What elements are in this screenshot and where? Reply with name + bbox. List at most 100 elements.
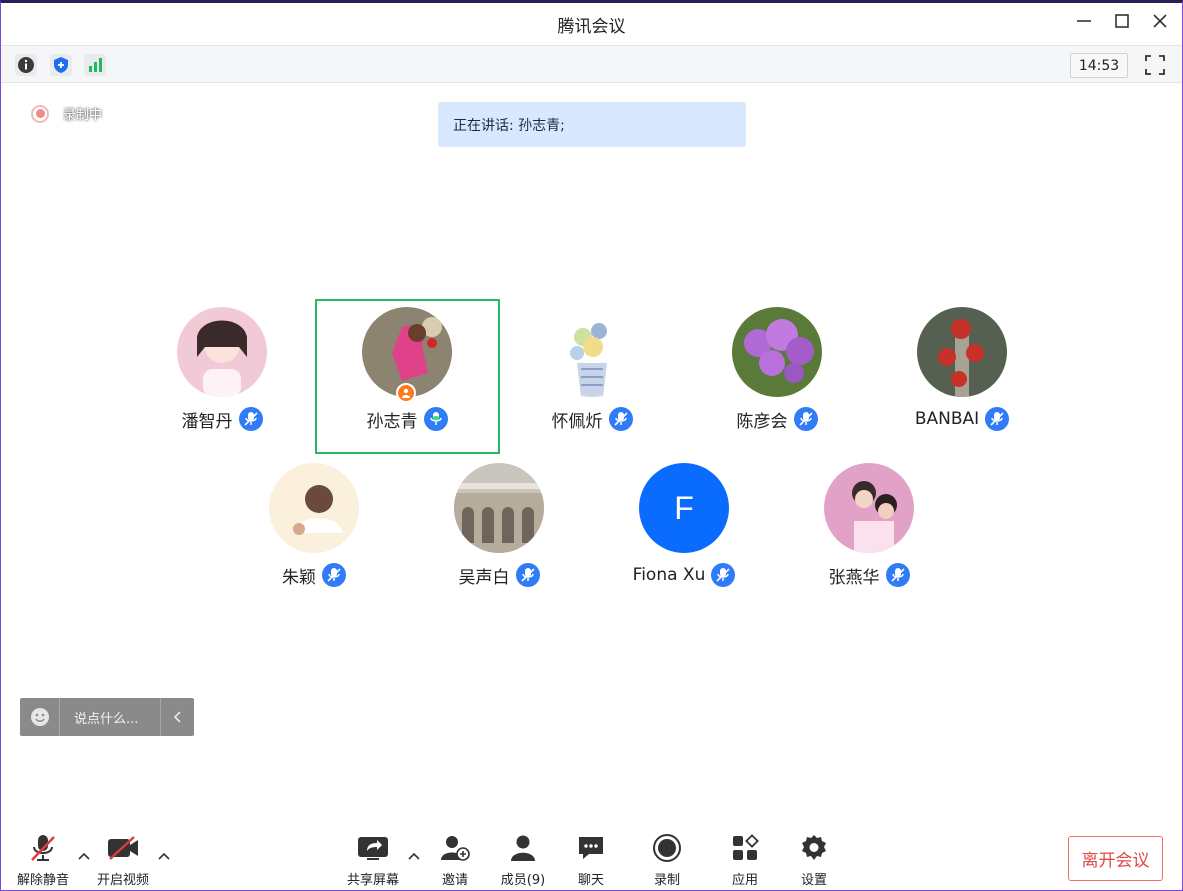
network-button[interactable] bbox=[84, 54, 106, 76]
participant-name: 陈彦会 bbox=[736, 411, 788, 432]
close-icon bbox=[1153, 14, 1167, 28]
chevron-up-icon bbox=[408, 852, 420, 860]
participant-tile[interactable]: BANBAI bbox=[872, 299, 1052, 449]
avatar bbox=[547, 307, 637, 397]
window-title: 腾讯会议 bbox=[557, 16, 626, 37]
bottom-control-bar: 解除静音 开启视频 共享屏幕 邀请 成员(9) 聊天 录制 应用 设置 离开会议 bbox=[1, 825, 1182, 891]
invite-label: 邀请 bbox=[441, 873, 468, 888]
emoji-button[interactable] bbox=[20, 698, 60, 736]
participant-tile[interactable]: F Fiona Xu bbox=[594, 455, 774, 605]
chevron-up-icon bbox=[158, 852, 170, 860]
participant-name: 怀佩炘 bbox=[551, 411, 603, 432]
apps-button[interactable]: 应用 bbox=[710, 833, 780, 888]
members-icon bbox=[506, 833, 540, 863]
mic-muted-icon[interactable] bbox=[322, 563, 346, 587]
host-icon bbox=[396, 383, 416, 403]
chat-input-box[interactable]: 说点什么... bbox=[20, 698, 194, 736]
avatar bbox=[269, 463, 359, 553]
maximize-button[interactable] bbox=[1110, 9, 1134, 33]
settings-button[interactable]: 设置 bbox=[779, 833, 849, 888]
avatar bbox=[454, 463, 544, 553]
recording-label: 录制中 bbox=[63, 108, 103, 123]
recording-dot-icon bbox=[31, 104, 49, 123]
avatar bbox=[917, 307, 1007, 397]
signal-icon bbox=[89, 58, 102, 72]
security-button[interactable] bbox=[50, 54, 72, 76]
unmute-label: 解除静音 bbox=[16, 873, 69, 888]
share-options-caret[interactable] bbox=[407, 849, 421, 863]
share-screen-button[interactable]: 共享屏幕 bbox=[338, 833, 408, 888]
members-label: 成员(9) bbox=[500, 873, 546, 888]
participant-tile[interactable]: 怀佩炘 bbox=[502, 299, 682, 449]
participant-name: 孙志青 bbox=[366, 411, 418, 432]
chevron-left-icon bbox=[173, 711, 181, 723]
participant-name: Fiona Xu bbox=[632, 565, 706, 585]
apps-icon bbox=[728, 833, 762, 863]
mic-muted-icon[interactable] bbox=[885, 563, 910, 587]
window-controls bbox=[1072, 9, 1172, 33]
settings-label: 设置 bbox=[800, 873, 827, 888]
record-icon bbox=[650, 833, 684, 863]
chat-placeholder[interactable]: 说点什么... bbox=[60, 708, 160, 727]
fullscreen-icon bbox=[1145, 55, 1165, 75]
mic-muted-icon[interactable] bbox=[515, 563, 540, 587]
maximize-icon bbox=[1115, 14, 1129, 28]
close-button[interactable] bbox=[1148, 9, 1172, 33]
unmute-button[interactable]: 解除静音 bbox=[8, 833, 78, 888]
chat-label: 聊天 bbox=[577, 873, 604, 888]
avatar-initial-letter: F bbox=[674, 489, 694, 526]
speaking-banner: 正在讲话: 孙志青; bbox=[438, 102, 746, 147]
participant-name: BANBAI bbox=[914, 409, 980, 429]
avatar bbox=[732, 307, 822, 397]
meeting-window: 腾讯会议 14:53 录制中 正在讲话: 孙志青; 潘智丹 孙志青 怀佩炘 陈彦… bbox=[0, 0, 1183, 891]
title-bar: 腾讯会议 bbox=[1, 3, 1182, 45]
fullscreen-button[interactable] bbox=[1144, 54, 1166, 76]
minimize-icon bbox=[1077, 20, 1091, 22]
participant-tile[interactable]: 吴声白 bbox=[409, 455, 589, 605]
participant-tile[interactable]: 张燕华 bbox=[779, 455, 959, 605]
participant-tile[interactable]: 陈彦会 bbox=[687, 299, 867, 449]
collapse-chat-button[interactable] bbox=[160, 698, 194, 736]
meeting-clock: 14:53 bbox=[1070, 53, 1128, 78]
add-user-icon bbox=[438, 833, 472, 863]
avatar-initial: F bbox=[639, 463, 729, 553]
record-button[interactable]: 录制 bbox=[632, 833, 702, 888]
mic-muted-icon[interactable] bbox=[238, 407, 263, 431]
video-off-icon bbox=[106, 833, 140, 863]
share-screen-label: 共享屏幕 bbox=[346, 873, 399, 888]
mic-muted-icon[interactable] bbox=[985, 407, 1010, 431]
mic-off-icon bbox=[26, 833, 60, 863]
chat-button[interactable]: 聊天 bbox=[556, 833, 626, 888]
participant-tile[interactable]: 潘智丹 bbox=[132, 299, 312, 449]
participant-name: 朱颖 bbox=[282, 567, 316, 588]
chat-bubble-icon bbox=[574, 833, 608, 863]
participant-name: 潘智丹 bbox=[181, 411, 233, 432]
start-video-button[interactable]: 开启视频 bbox=[88, 833, 158, 888]
share-screen-icon bbox=[356, 833, 390, 863]
avatar bbox=[177, 307, 267, 397]
gear-icon bbox=[797, 833, 831, 863]
mic-muted-icon[interactable] bbox=[711, 563, 736, 587]
leave-meeting-button[interactable]: 离开会议 bbox=[1068, 836, 1163, 881]
emoji-icon bbox=[30, 708, 49, 726]
video-options-caret[interactable] bbox=[157, 849, 171, 863]
participant-name: 张燕华 bbox=[828, 567, 880, 588]
participant-tile[interactable]: 朱颖 bbox=[224, 455, 404, 605]
mic-speaking-icon[interactable] bbox=[423, 407, 448, 431]
info-button[interactable] bbox=[15, 54, 37, 76]
shield-icon bbox=[54, 57, 68, 73]
meeting-toolbar: 14:53 bbox=[1, 45, 1182, 83]
start-video-label: 开启视频 bbox=[96, 873, 149, 888]
participant-name: 吴声白 bbox=[458, 567, 510, 588]
recording-indicator: 录制中 bbox=[31, 104, 102, 123]
apps-label: 应用 bbox=[731, 873, 758, 888]
invite-button[interactable]: 邀请 bbox=[420, 833, 490, 888]
minimize-button[interactable] bbox=[1072, 9, 1096, 33]
members-button[interactable]: 成员(9) bbox=[488, 833, 558, 888]
info-icon bbox=[18, 57, 34, 73]
avatar bbox=[824, 463, 914, 553]
mic-muted-icon[interactable] bbox=[793, 407, 818, 431]
mic-muted-icon[interactable] bbox=[608, 407, 633, 431]
participant-tile-active[interactable]: 孙志青 bbox=[317, 299, 497, 449]
record-label: 录制 bbox=[653, 873, 680, 888]
